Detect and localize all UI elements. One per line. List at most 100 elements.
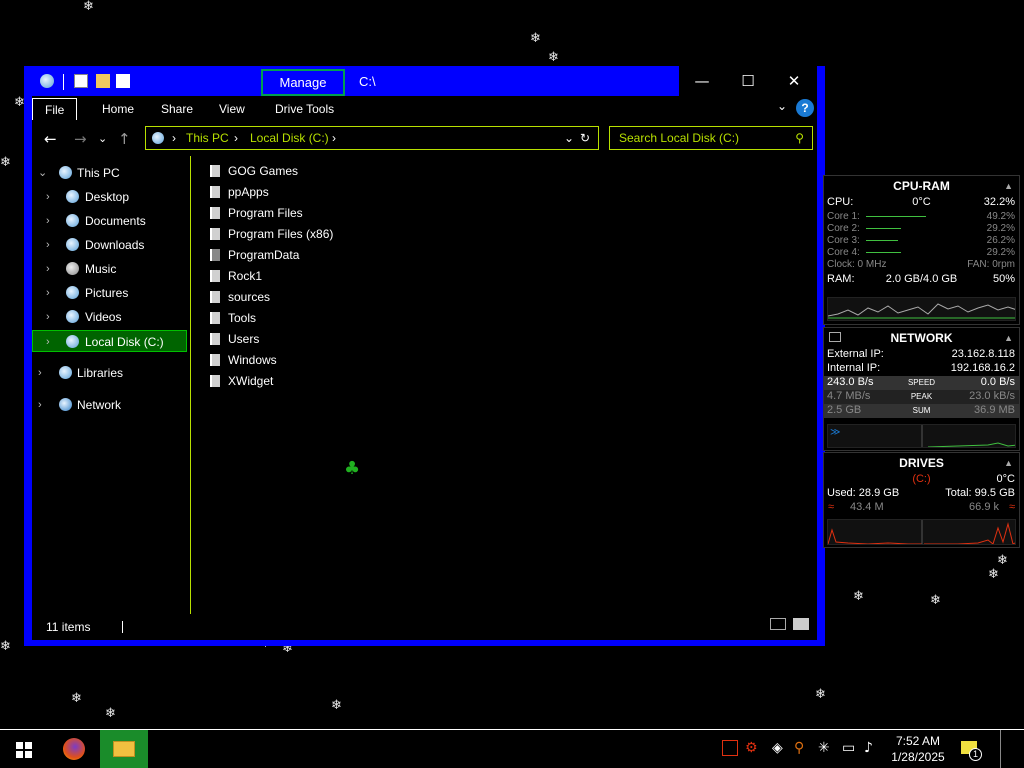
- this-pc-icon: [152, 132, 164, 144]
- clock-date: 1/28/2025: [891, 750, 945, 764]
- collapse-icon[interactable]: ▲: [1004, 458, 1013, 468]
- back-button[interactable]: ←: [44, 130, 57, 148]
- folder-icon: [210, 333, 220, 345]
- core-bar: [866, 228, 901, 229]
- nav-item-libraries[interactable]: › Libraries: [32, 362, 182, 384]
- search-icon[interactable]: ⚲: [795, 131, 804, 145]
- tab-file[interactable]: File: [32, 98, 78, 120]
- sum-up: 36.9 MB: [974, 404, 1015, 416]
- ram-used: 2.0 GB/4.0 GB: [885, 273, 958, 285]
- expanded-chevron-icon[interactable]: ⌄: [38, 162, 47, 184]
- new-folder-icon[interactable]: [96, 74, 110, 88]
- network-widget: NETWORK ▲ External IP: 23.162.8.118 Inter…: [823, 327, 1020, 451]
- customize-toolbar-icon[interactable]: [116, 74, 130, 88]
- nav-item-label: Desktop: [85, 190, 130, 204]
- status-separator: [122, 621, 123, 633]
- collapsed-chevron-icon[interactable]: ›: [46, 186, 50, 208]
- snowflake-icon: ❄: [997, 553, 1008, 568]
- drive-total: Total: 99.5 GB: [945, 487, 1015, 499]
- address-dropdown-icon[interactable]: ⌄: [564, 131, 574, 145]
- up-button[interactable]: ↑: [118, 130, 131, 148]
- expand-ribbon-icon[interactable]: ⌄: [777, 99, 787, 113]
- downloads-icon: [66, 238, 79, 251]
- refresh-icon[interactable]: ↻: [580, 131, 590, 145]
- write-arrow-icon: ≈: [1008, 501, 1015, 513]
- folder-icon: [210, 291, 220, 303]
- core-value: 29.2%: [986, 247, 1015, 258]
- nav-item-label: Local Disk (C:): [85, 335, 164, 349]
- breadcrumb-local-disk[interactable]: Local Disk (C:): [250, 131, 329, 145]
- breadcrumb-this-pc[interactable]: This PC: [186, 131, 229, 145]
- file-explorer-taskbar-button[interactable]: [100, 730, 148, 768]
- nav-item-network[interactable]: › Network: [32, 394, 182, 416]
- nav-item-videos[interactable]: › Videos: [32, 306, 182, 328]
- nav-item-pictures[interactable]: › Pictures: [32, 282, 182, 304]
- show-desktop-button[interactable]: [1000, 730, 1001, 768]
- file-explorer-window: Manage C:\ — ☐ ✕ File Home Share View Dr…: [24, 66, 825, 646]
- core-value: 49.2%: [986, 211, 1015, 222]
- nav-item-label: This PC: [77, 166, 120, 180]
- nav-item-downloads[interactable]: › Downloads: [32, 234, 182, 256]
- forward-button[interactable]: →: [74, 130, 87, 148]
- nav-item-desktop[interactable]: › Desktop: [32, 186, 182, 208]
- pane-divider[interactable]: [190, 156, 191, 614]
- title-bar[interactable]: Manage C:\ — ☐ ✕: [24, 66, 825, 96]
- nav-item-this-pc[interactable]: ⌄ This PC: [32, 162, 182, 184]
- toolbar-separator: [63, 74, 64, 90]
- snowflake-icon: ❄: [0, 155, 11, 170]
- cpu-history-graph: [827, 297, 1016, 321]
- tray-network-icon[interactable]: ⚙: [745, 740, 758, 756]
- tray-app-icon[interactable]: [722, 740, 738, 756]
- minimize-button[interactable]: —: [679, 66, 725, 96]
- folder-name: Windows: [228, 353, 277, 367]
- large-icons-view-icon[interactable]: [793, 618, 809, 630]
- close-button[interactable]: ✕: [771, 66, 817, 96]
- tray-droplet-icon[interactable]: ◈: [772, 740, 783, 756]
- collapsed-chevron-icon[interactable]: ›: [46, 258, 50, 280]
- collapsed-chevron-icon[interactable]: ›: [46, 282, 50, 304]
- nav-item-documents[interactable]: › Documents: [32, 210, 182, 232]
- collapsed-chevron-icon[interactable]: ›: [46, 331, 50, 353]
- peak-up: 23.0 kB/s: [969, 390, 1015, 402]
- maximize-button[interactable]: ☐: [725, 66, 771, 96]
- internal-ip: 192.168.16.2: [950, 362, 1015, 374]
- drive-letter[interactable]: (C:): [824, 473, 1019, 485]
- collapsed-chevron-icon[interactable]: ›: [46, 234, 50, 256]
- folder-icon: [210, 249, 220, 261]
- drive-icon[interactable]: [40, 74, 54, 88]
- volume-icon[interactable]: ♪: [864, 740, 873, 756]
- firefox-taskbar-button[interactable]: [52, 730, 96, 768]
- details-view-icon[interactable]: [770, 618, 786, 630]
- manage-tab[interactable]: Manage: [261, 69, 345, 96]
- tab-drive-tools[interactable]: Drive Tools: [275, 98, 334, 120]
- libraries-icon: [59, 366, 72, 379]
- collapsed-chevron-icon[interactable]: ›: [38, 362, 42, 384]
- address-bar[interactable]: › This PC › Local Disk (C:) › ⌄ ↻: [145, 126, 599, 150]
- tray-search-icon[interactable]: ⚲: [794, 740, 804, 756]
- collapsed-chevron-icon[interactable]: ›: [46, 210, 50, 232]
- collapsed-chevron-icon[interactable]: ›: [38, 394, 42, 416]
- notification-count: 1: [969, 748, 982, 761]
- external-ip-label: External IP:: [827, 348, 884, 360]
- nav-item-label: Documents: [85, 214, 146, 228]
- action-center-button[interactable]: 1: [958, 738, 982, 761]
- help-button[interactable]: ?: [796, 99, 814, 117]
- collapse-icon[interactable]: ▲: [1004, 181, 1013, 191]
- start-button[interactable]: [0, 730, 48, 768]
- clock[interactable]: 7:52 AM 1/28/2025: [884, 733, 952, 765]
- search-box[interactable]: Search Local Disk (C:) ⚲: [609, 126, 813, 150]
- collapse-icon[interactable]: ▲: [1004, 333, 1013, 343]
- tab-share[interactable]: Share: [161, 98, 193, 120]
- tray-snowflake-icon[interactable]: ✳: [818, 740, 830, 756]
- disk-activity-graph: [827, 519, 1016, 545]
- collapsed-chevron-icon[interactable]: ›: [46, 306, 50, 328]
- folder-name: GOG Games: [228, 164, 299, 178]
- nav-item-local-disk[interactable]: › Local Disk (C:): [32, 330, 187, 352]
- drive-temp: 0°C: [996, 473, 1015, 485]
- recent-locations-button[interactable]: ⌄: [98, 132, 107, 145]
- tab-view[interactable]: View: [219, 98, 245, 120]
- tray-display-icon[interactable]: ▭: [842, 740, 855, 756]
- tab-home[interactable]: Home: [102, 98, 134, 120]
- nav-item-music[interactable]: › Music: [32, 258, 182, 280]
- properties-icon[interactable]: [74, 74, 88, 88]
